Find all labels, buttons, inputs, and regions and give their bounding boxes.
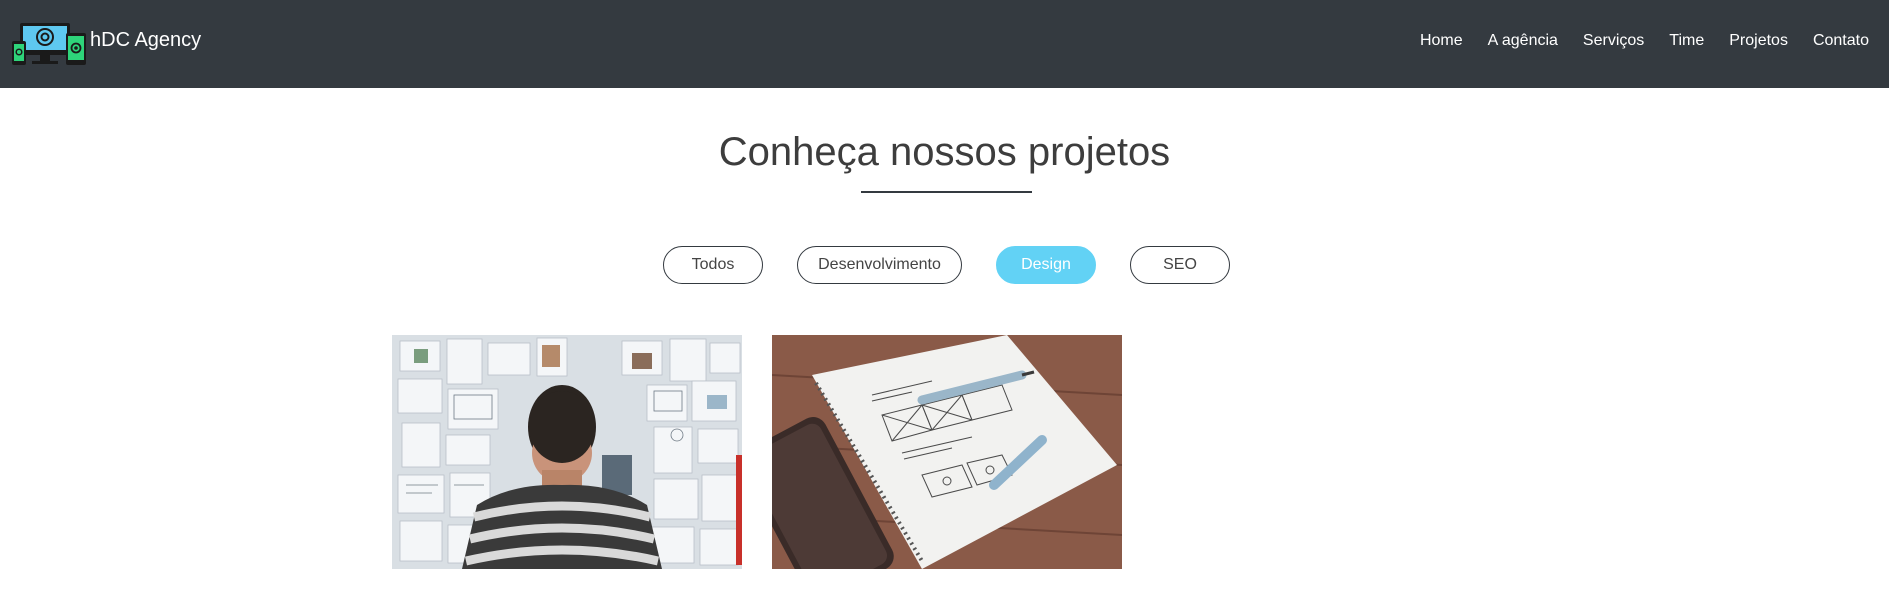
filter-todos-button[interactable]: Todos [663,246,763,284]
project-filters: Todos Desenvolvimento Design SEO [0,246,1889,286]
nav-link-home[interactable]: Home [1420,32,1463,50]
devices-logo-icon [12,23,86,65]
filter-desenvolvimento-button[interactable]: Desenvolvimento [797,246,962,284]
nav-link-projetos[interactable]: Projetos [1729,32,1788,50]
nav-link-contato[interactable]: Contato [1813,32,1869,50]
project-card-wireframe[interactable] [772,335,1122,569]
nav-link-agencia[interactable]: A agência [1488,32,1558,50]
filter-seo-button[interactable]: SEO [1130,246,1230,284]
brand-name: hDC Agency [90,28,202,51]
nav-links: Home A agência Serviços Time Projetos Co… [1395,32,1869,50]
navbar: hDC Agency Home A agência Serviços Time … [0,0,1889,88]
project-card-moodboard[interactable] [392,335,742,569]
nav-link-servicos[interactable]: Serviços [1583,32,1644,50]
title-underline [861,191,1032,193]
person-looking-at-moodboard-photo [392,335,742,569]
brand-link[interactable]: hDC Agency [10,20,201,68]
wireframe-notebook-with-phone-photo [772,335,1122,569]
section-title: Conheça nossos projetos [718,130,1171,174]
filter-design-button[interactable]: Design [996,246,1096,284]
nav-link-time[interactable]: Time [1669,32,1704,50]
